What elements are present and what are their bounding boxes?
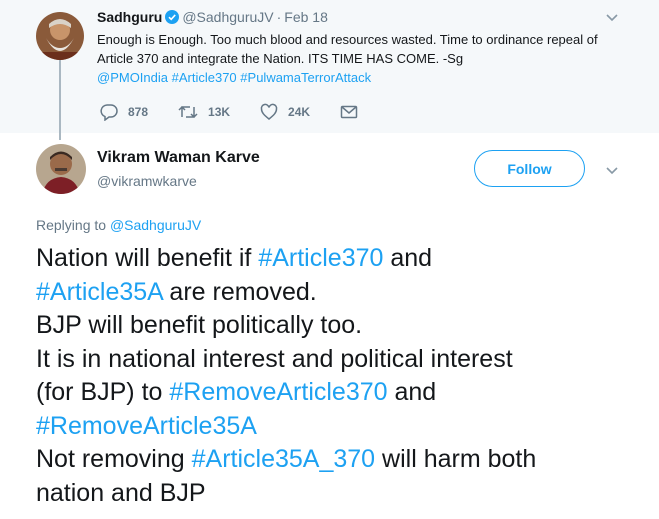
reply-author-handle[interactable]: @vikramwkarve bbox=[97, 172, 197, 190]
header-separator: · bbox=[276, 9, 282, 25]
reply-tweet-text: Nation will benefit if #Article370 and #… bbox=[36, 242, 636, 510]
vikram-avatar[interactable] bbox=[36, 144, 86, 194]
hashtag-link[interactable]: #RemoveArticle35A bbox=[36, 412, 257, 440]
conversation-thread-line bbox=[59, 60, 61, 140]
parent-text-body: Enough is Enough. Too much blood and res… bbox=[97, 32, 598, 66]
hashtag-link[interactable]: #Article370 bbox=[172, 70, 237, 85]
hashtag-link[interactable]: #PulwamaTerrorAttack bbox=[240, 70, 371, 85]
retweet-action[interactable]: 13K bbox=[178, 103, 230, 121]
sadhguru-avatar[interactable] bbox=[36, 12, 84, 60]
hashtag-link[interactable]: #Article35A_370 bbox=[192, 445, 375, 473]
verified-badge-icon bbox=[165, 10, 180, 28]
follow-button[interactable]: Follow bbox=[474, 150, 585, 187]
retweet-count: 13K bbox=[208, 105, 231, 119]
text-segment: Nation will benefit if bbox=[36, 244, 259, 272]
mention-link[interactable]: @PMOIndia bbox=[97, 70, 168, 85]
text-segment: and bbox=[383, 244, 433, 272]
text-segment: will harm both bbox=[375, 445, 537, 473]
like-count: 24K bbox=[288, 105, 311, 119]
parent-tweet[interactable]: Sadhguru @SadhguruJV · Feb 18 Enough is Eno… bbox=[0, 0, 659, 133]
parent-more-chevron-icon[interactable] bbox=[605, 10, 619, 28]
direct-message-action[interactable] bbox=[340, 103, 368, 121]
parent-author-handle[interactable]: @SadhguruJV bbox=[182, 9, 273, 25]
text-segment: Not removing bbox=[36, 445, 192, 473]
parent-tweet-text: Enough is Enough. Too much blood and res… bbox=[97, 30, 617, 87]
reply-icon bbox=[100, 104, 118, 121]
text-segment: BJP will benefit politically too. bbox=[36, 311, 363, 339]
reply-action[interactable]: 878 bbox=[100, 103, 148, 121]
reply-count: 878 bbox=[128, 105, 149, 119]
text-segment: and bbox=[387, 378, 437, 406]
text-segment: are removed. bbox=[162, 277, 317, 306]
hashtag-link[interactable]: #RemoveArticle370 bbox=[169, 378, 387, 406]
replying-to-label: Replying to bbox=[36, 217, 107, 233]
reply-more-chevron-icon[interactable] bbox=[605, 163, 619, 181]
heart-icon bbox=[260, 103, 278, 120]
reply-author-name[interactable]: Vikram Waman Karve bbox=[97, 148, 260, 168]
parent-tweet-actions: 878 13K 24K bbox=[100, 103, 398, 121]
text-segment: It is in national interest and political… bbox=[36, 344, 513, 373]
replying-to-line: Replying to @SadhguruJV bbox=[36, 216, 201, 234]
hashtag-link[interactable]: #Article35A bbox=[36, 278, 162, 306]
text-segment: nation and BJP bbox=[36, 478, 206, 507]
parent-tweet-date[interactable]: Feb 18 bbox=[284, 9, 328, 25]
replying-to-mention[interactable]: @SadhguruJV bbox=[110, 217, 201, 233]
hashtag-link[interactable]: #Article370 bbox=[258, 244, 383, 272]
envelope-icon bbox=[340, 105, 358, 119]
parent-author-name[interactable]: Sadhguru bbox=[97, 9, 162, 25]
like-action[interactable]: 24K bbox=[260, 103, 310, 121]
text-segment: (for BJP) to bbox=[36, 378, 170, 406]
parent-tweet-header: Sadhguru @SadhguruJV · Feb 18 bbox=[97, 8, 328, 28]
retweet-icon bbox=[178, 105, 198, 119]
